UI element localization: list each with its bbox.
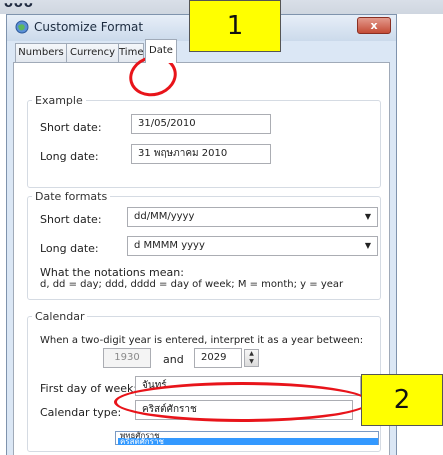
close-button[interactable]: x xyxy=(357,17,391,34)
and-label: and xyxy=(163,353,184,366)
example-group: Example xyxy=(27,94,381,188)
notation-text: d, dd = day; ddd, dddd = day of week; M … xyxy=(40,279,344,290)
year-start-field: 1930 xyxy=(103,348,151,368)
example-long-label: Long date: xyxy=(40,150,99,163)
calendar-option[interactable]: คริสต์ศักราช xyxy=(118,438,378,446)
notation-title: What the notations mean: xyxy=(40,266,184,279)
background-text: ᴗᴗᴗ xyxy=(4,0,34,11)
calendar-type-dropdown[interactable]: พุทธศักราช คริสต์ศักราช xyxy=(115,431,379,446)
format-short-label: Short date: xyxy=(40,213,102,226)
tab-numbers[interactable]: Numbers xyxy=(15,43,67,62)
calendar-type-label: Calendar type: xyxy=(40,406,122,419)
long-date-format-combo[interactable]: d MMMM yyyy ▼ xyxy=(127,236,378,256)
annotation-callout-2: 2 xyxy=(361,374,443,426)
two-digit-year-text: When a two-digit year is entered, interp… xyxy=(40,335,364,346)
tab-currency[interactable]: Currency xyxy=(66,43,119,62)
year-end-field[interactable]: 2029 xyxy=(194,348,242,368)
window-title: Customize Format xyxy=(34,20,144,34)
globe-icon xyxy=(15,20,29,34)
long-date-format-value: d MMMM yyyy xyxy=(134,240,205,251)
chevron-down-icon: ▼ xyxy=(364,241,371,250)
annotation-ellipse-2 xyxy=(114,382,370,422)
tab-date[interactable]: Date xyxy=(145,39,177,63)
spin-up-icon[interactable]: ▲ xyxy=(245,350,258,358)
chevron-down-icon: ▼ xyxy=(364,212,371,221)
example-short-value: 31/05/2010 xyxy=(131,114,271,134)
date-formats-legend: Date formats xyxy=(35,190,108,203)
example-legend: Example xyxy=(35,94,83,107)
spin-down-icon[interactable]: ▼ xyxy=(245,358,258,366)
short-date-format-value: dd/MM/yyyy xyxy=(134,211,195,222)
calendar-legend: Calendar xyxy=(35,310,85,323)
first-day-label: First day of week: xyxy=(40,382,138,395)
short-date-format-combo[interactable]: dd/MM/yyyy ▼ xyxy=(127,207,378,227)
example-long-value: 31 พฤษภาคม 2010 xyxy=(131,144,271,164)
format-long-label: Long date: xyxy=(40,242,99,255)
annotation-callout-1: 1 xyxy=(189,0,281,52)
year-spinner[interactable]: ▲ ▼ xyxy=(244,349,259,367)
example-short-label: Short date: xyxy=(40,121,102,134)
